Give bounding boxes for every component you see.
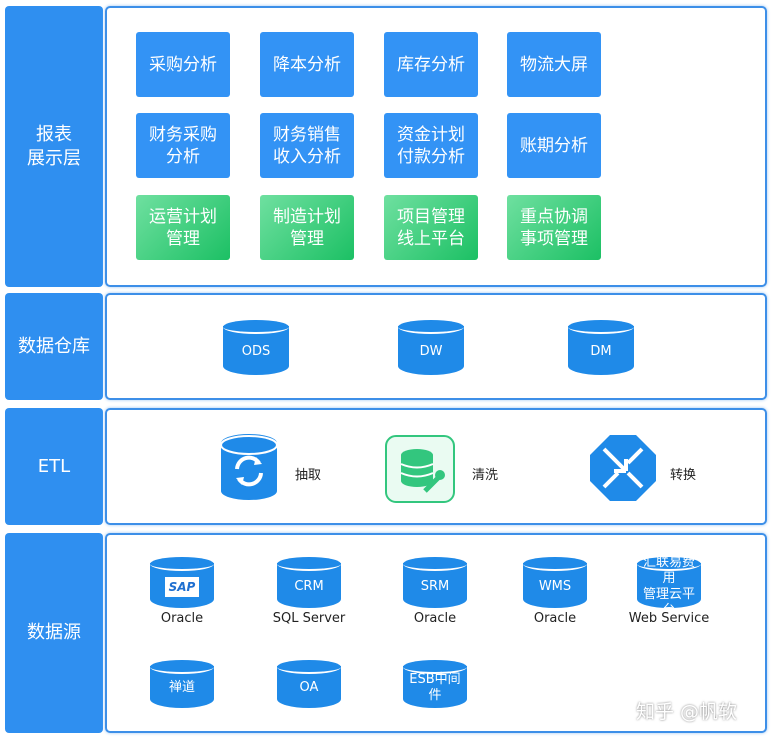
- report-button[interactable]: 采购分析: [136, 32, 230, 97]
- source-database: SRM: [403, 557, 467, 608]
- refresh-database-icon: [220, 433, 278, 501]
- warehouse-database: DW: [398, 320, 464, 375]
- cylinder-label: ESB中间件: [409, 672, 461, 703]
- report-button[interactable]: 制造计划 管理: [260, 195, 354, 260]
- source-database: ESB中间件: [403, 660, 467, 708]
- report-button[interactable]: 财务采购 分析: [136, 113, 230, 178]
- report-button[interactable]: 财务销售 收入分析: [260, 113, 354, 178]
- layer-label-warehouse: 数据仓库: [5, 293, 103, 400]
- layer-label-report: 报表 展示层: [5, 6, 103, 287]
- cylinder-label: 禅道: [168, 680, 195, 695]
- report-button[interactable]: 库存分析: [384, 32, 478, 97]
- source-database: CRM: [277, 557, 341, 608]
- source-database-sap: SAP: [150, 557, 214, 608]
- report-button[interactable]: 账期分析: [507, 113, 601, 178]
- cylinder-label: CRM: [294, 578, 324, 594]
- source-db-type: Oracle: [413, 611, 457, 626]
- warehouse-database: DM: [568, 320, 634, 375]
- cylinder-label: DW: [419, 343, 443, 359]
- cylinder-label: DM: [590, 343, 612, 359]
- warehouse-database: ODS: [223, 320, 289, 375]
- etl-label-clean: 清洗: [472, 468, 499, 483]
- source-db-type: Oracle: [533, 611, 577, 626]
- report-button[interactable]: 资金计划 付款分析: [384, 113, 478, 178]
- source-db-type: Oracle: [160, 611, 204, 626]
- report-button[interactable]: 物流大屏: [507, 32, 601, 97]
- source-database: 禅道: [150, 660, 214, 708]
- source-database: OA: [277, 660, 341, 708]
- watermark: 知乎 @帆软: [636, 701, 738, 723]
- source-database: WMS: [523, 557, 587, 608]
- report-button[interactable]: 运营计划 管理: [136, 195, 230, 260]
- database-wrench-icon: [385, 435, 455, 503]
- cylinder-label: 汇联易费用 管理云平台: [642, 554, 695, 618]
- cylinder-label: WMS: [538, 578, 572, 594]
- source-database: 汇联易费用 管理云平台: [637, 555, 701, 618]
- layer-label-source: 数据源: [5, 533, 103, 733]
- report-button[interactable]: 项目管理 线上平台: [384, 195, 478, 260]
- cylinder-label: OA: [299, 680, 319, 695]
- etl-label-transform: 转换: [670, 468, 697, 483]
- layer-label-etl: ETL: [5, 408, 103, 525]
- report-button[interactable]: 降本分析: [260, 32, 354, 97]
- cylinder-label: SRM: [420, 578, 450, 594]
- report-button[interactable]: 重点协调 事项管理: [507, 195, 601, 260]
- transform-arrows-icon: [590, 435, 656, 501]
- etl-label-extract: 抽取: [295, 468, 322, 483]
- source-db-type: Web Service: [628, 611, 710, 626]
- sap-logo: SAP: [164, 576, 200, 597]
- cylinder-label: ODS: [241, 343, 271, 359]
- source-db-type: SQL Server: [272, 611, 346, 626]
